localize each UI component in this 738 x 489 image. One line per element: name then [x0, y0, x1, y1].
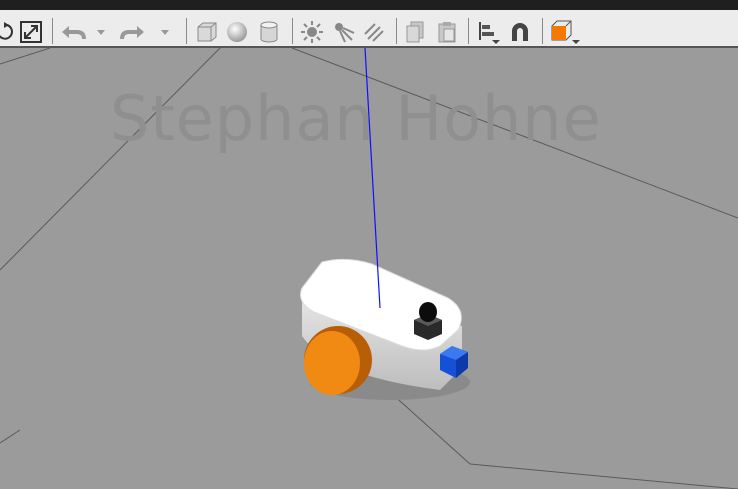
scale-mode-icon[interactable]	[18, 18, 44, 46]
box-shape-icon[interactable]	[194, 18, 220, 46]
paste-icon[interactable]	[434, 18, 460, 46]
undo-history-chevron-icon[interactable]	[94, 18, 108, 46]
rotate-mode-icon[interactable]	[0, 18, 14, 46]
snap-magnet-icon[interactable]	[506, 18, 534, 46]
directional-light-icon[interactable]	[360, 18, 388, 46]
toolbar-title-strip	[0, 0, 738, 10]
spot-light-icon[interactable]	[330, 18, 358, 46]
copy-icon[interactable]	[402, 18, 428, 46]
point-light-icon[interactable]	[298, 18, 326, 46]
toolbar-separator	[468, 18, 469, 44]
toolbar-separator	[292, 18, 293, 44]
undo-icon[interactable]	[58, 18, 88, 46]
align-icon[interactable]	[474, 18, 502, 46]
scene-viewport[interactable]: Stephan Hohne	[0, 48, 738, 489]
redo-icon[interactable]	[118, 18, 148, 46]
cylinder-shape-icon[interactable]	[256, 18, 282, 46]
toolbar	[0, 0, 738, 48]
redo-history-chevron-icon[interactable]	[158, 18, 172, 46]
toolbar-separator	[186, 18, 187, 44]
watermark-text: Stephan Hohne	[110, 82, 602, 155]
view-angle-icon[interactable]	[548, 18, 582, 46]
toolbar-separator	[542, 18, 543, 44]
sphere-shape-icon[interactable]	[224, 18, 250, 46]
toolbar-separator	[52, 18, 53, 44]
toolbar-separator	[396, 18, 397, 44]
